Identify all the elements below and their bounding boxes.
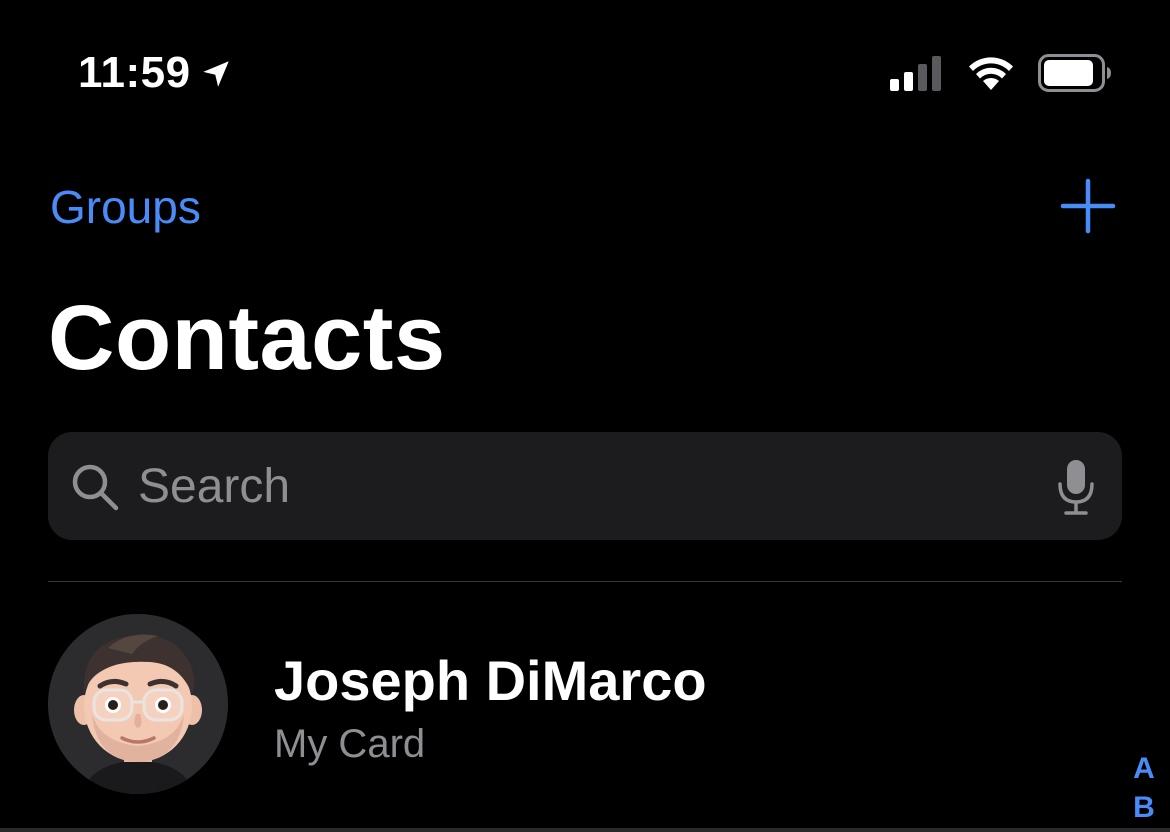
- search-icon: [72, 464, 119, 511]
- search-bar[interactable]: [48, 432, 1122, 540]
- contacts-screen: 11:59 Groups Contacts Search Joseph DiMa…: [0, 0, 1170, 832]
- divider: [48, 581, 1122, 582]
- status-bar-indicators: [890, 54, 1112, 92]
- contact-name: Joseph DiMarco: [274, 649, 707, 712]
- my-card-label: My Card: [274, 722, 426, 766]
- row-separator: [0, 828, 1170, 832]
- status-bar-time: 11:59: [78, 48, 233, 98]
- plus-icon[interactable]: [1060, 178, 1116, 234]
- search-input[interactable]: [138, 432, 1038, 540]
- groups-button[interactable]: Groups: [50, 180, 201, 234]
- microphone-icon[interactable]: [1056, 458, 1096, 516]
- time-label: 11:59: [78, 48, 191, 97]
- battery-icon: [1038, 54, 1111, 92]
- wifi-icon: [969, 57, 1013, 90]
- page-title: Contacts: [48, 287, 446, 389]
- section-index-a[interactable]: A: [1130, 752, 1158, 786]
- section-index-b[interactable]: B: [1130, 791, 1158, 825]
- cellular-signal-icon: [890, 56, 941, 91]
- memoji-avatar-icon: [48, 614, 228, 794]
- avatar: [48, 614, 228, 794]
- my-card-row[interactable]: Joseph DiMarco My Card: [48, 614, 1108, 794]
- location-arrow-icon: [202, 61, 229, 87]
